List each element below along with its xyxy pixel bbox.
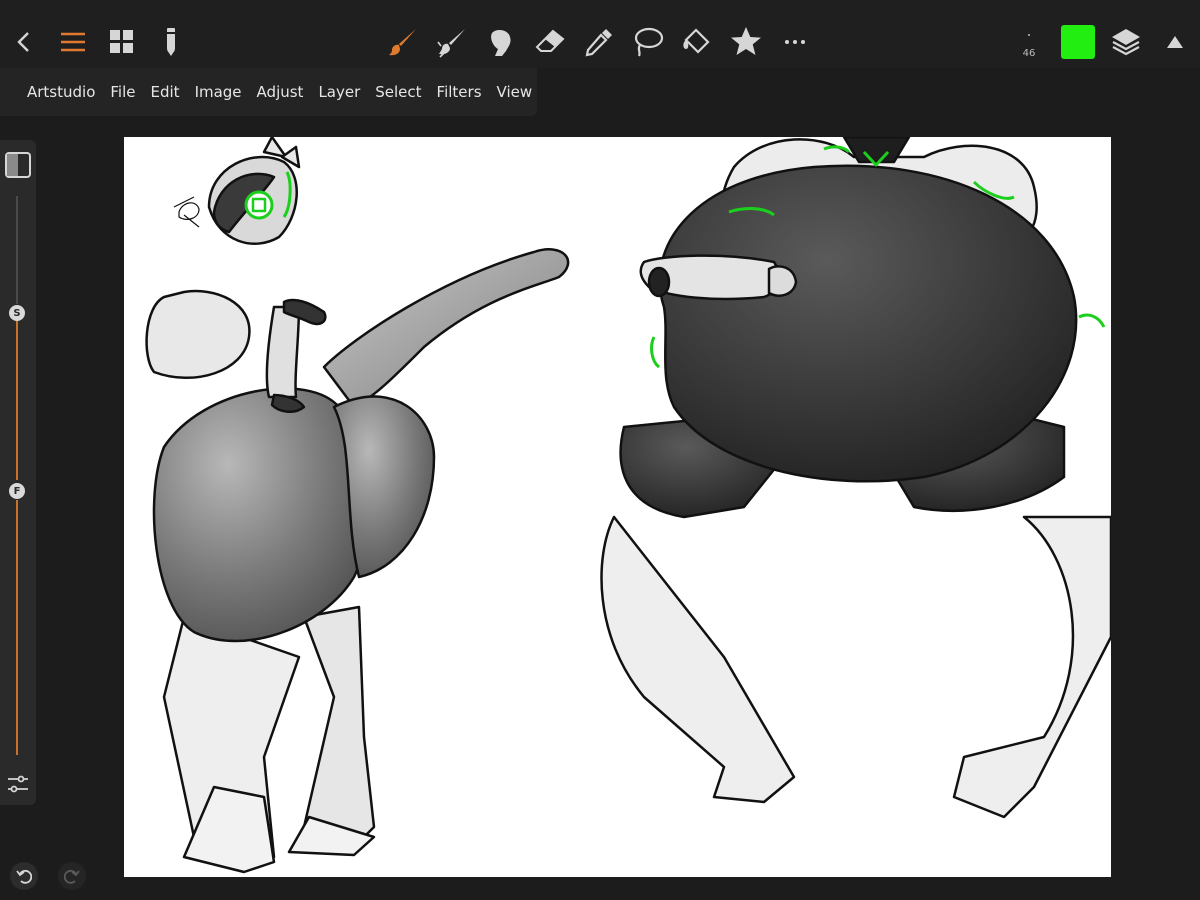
layers-icon[interactable] [1106,22,1146,62]
grid-icon[interactable] [102,22,142,62]
fill-icon[interactable] [677,22,717,62]
more-icon[interactable] [775,22,815,62]
brush-size-dot [1028,34,1030,36]
undo-icon[interactable] [10,862,38,890]
menu-icon[interactable] [53,22,93,62]
menu-filters[interactable]: Filters [437,83,482,101]
menu-artstudio[interactable]: Artstudio [27,83,95,101]
split-view-icon[interactable] [5,152,31,182]
lasso-icon[interactable] [628,22,668,62]
brush-icon[interactable] [383,22,423,62]
flow-slider-knob[interactable]: F [9,483,25,499]
brush-size-value: 46 [1022,48,1036,59]
favorites-star-icon[interactable] [726,22,766,62]
brush-size-indicator[interactable]: 46 [1012,28,1046,66]
pencil-icon[interactable] [151,22,191,62]
top-toolbar: 46 [0,0,1200,68]
flow-slider-fill[interactable] [16,500,18,755]
menu-adjust[interactable]: Adjust [257,83,304,101]
stamp-icon[interactable] [481,22,521,62]
drawing-canvas[interactable] [124,137,1111,877]
redo-icon[interactable] [58,862,86,890]
menu-view[interactable]: View [497,83,533,101]
side-slider-panel: S F [0,140,36,805]
menu-select[interactable]: Select [375,83,421,101]
back-chevron-icon[interactable] [4,22,44,62]
smudge-icon[interactable] [432,22,472,62]
current-color-swatch[interactable] [1061,25,1095,59]
menu-layer[interactable]: Layer [318,83,360,101]
artwork [145,137,1111,874]
size-slider-knob[interactable]: S [9,305,25,321]
eraser-icon[interactable] [530,22,570,62]
slider-settings-icon[interactable] [7,774,29,798]
menu-image[interactable]: Image [195,83,242,101]
eyedropper-icon[interactable] [579,22,619,62]
collapse-toolbar-icon[interactable] [1155,22,1195,62]
menu-edit[interactable]: Edit [151,83,180,101]
menu-bar: Artstudio File Edit Image Adjust Layer S… [0,68,537,116]
left-figure [145,137,570,874]
size-slider-track[interactable] [16,196,18,304]
size-slider-fill[interactable] [16,320,18,480]
menu-file[interactable]: File [110,83,135,101]
right-figure [600,137,1111,819]
